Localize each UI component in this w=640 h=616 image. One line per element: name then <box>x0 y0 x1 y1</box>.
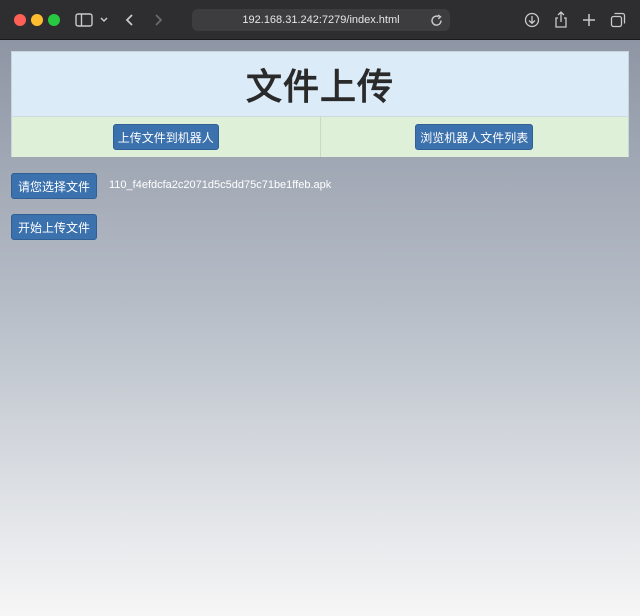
page-title: 文件上传 <box>245 67 394 108</box>
minimize-window-button[interactable] <box>31 14 43 26</box>
address-bar[interactable]: 192.168.31.242:7279/index.html <box>192 9 450 31</box>
tabs-overview-icon[interactable] <box>608 9 628 31</box>
nav-cell-upload: 上传文件到机器人 <box>12 117 320 157</box>
forward-icon[interactable] <box>150 9 166 31</box>
upload-to-robot-button[interactable]: 上传文件到机器人 <box>112 124 219 150</box>
nav-row: 上传文件到机器人 浏览机器人文件列表 <box>12 117 628 157</box>
chevron-down-icon[interactable] <box>98 9 110 31</box>
zoom-window-button[interactable] <box>48 14 60 26</box>
close-window-button[interactable] <box>14 14 26 26</box>
url-text: 192.168.31.242:7279/index.html <box>242 14 400 26</box>
reload-icon[interactable] <box>430 13 444 27</box>
nav-cell-browse: 浏览机器人文件列表 <box>319 117 629 157</box>
start-upload-button[interactable]: 开始上传文件 <box>11 214 97 240</box>
share-icon[interactable] <box>552 9 570 31</box>
browser-titlebar: 192.168.31.242:7279/index.html <box>0 0 640 40</box>
sidebar-icon[interactable] <box>74 9 94 31</box>
page-viewport: 文件上传 上传文件到机器人 浏览机器人文件列表 请您选择文件 110_f4efd… <box>0 40 640 616</box>
choose-file-button[interactable]: 请您选择文件 <box>11 173 97 199</box>
back-icon[interactable] <box>122 9 138 31</box>
new-tab-icon[interactable] <box>580 9 598 31</box>
header-panel: 文件上传 上传文件到机器人 浏览机器人文件列表 <box>11 51 629 157</box>
browse-robot-files-button[interactable]: 浏览机器人文件列表 <box>415 124 534 150</box>
title-row: 文件上传 <box>12 52 628 117</box>
selected-file-name: 110_f4efdcfa2c2071d5c5dd75c71be1ffeb.apk <box>109 179 332 191</box>
download-icon[interactable] <box>522 9 542 31</box>
